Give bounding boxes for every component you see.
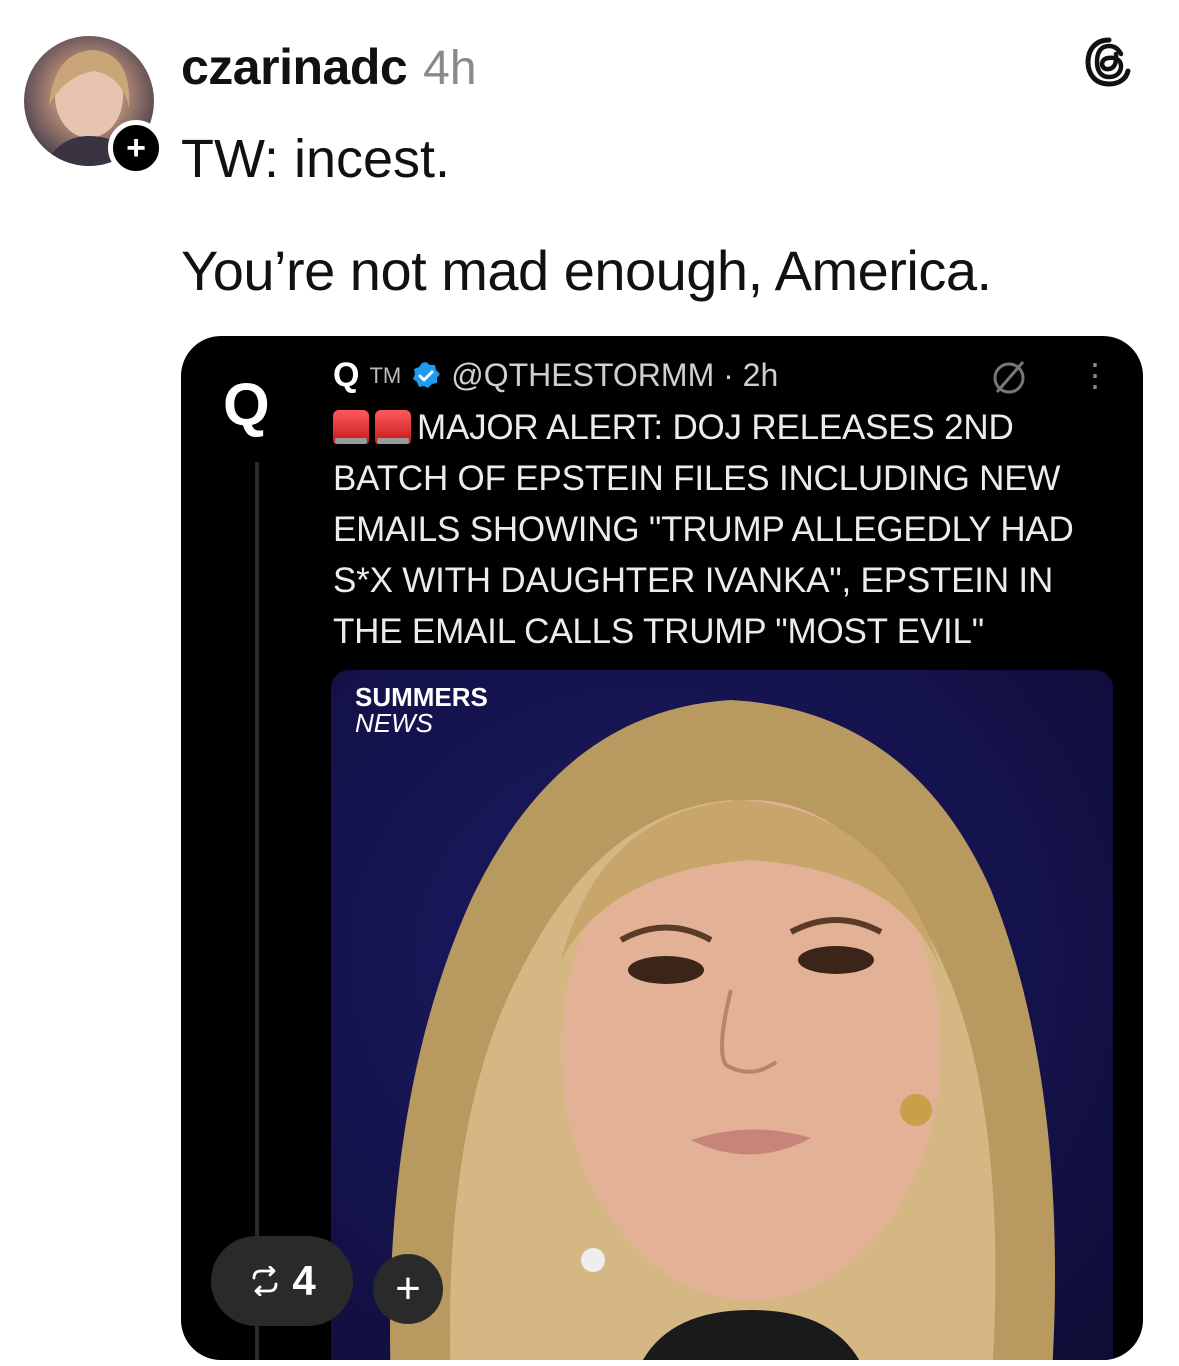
embedded-body-text: MAJOR ALERT: DOJ RELEASES 2ND BATCH OF E… (333, 408, 1074, 651)
no-sign-icon (993, 361, 1025, 394)
threads-logo-icon[interactable] (1081, 34, 1137, 90)
embedded-author-name: Q (333, 356, 360, 394)
logo-top: SUMMERS (355, 682, 488, 712)
thread-line (255, 462, 259, 1360)
news-photo[interactable]: SUMMERS NEWS (331, 670, 1113, 1360)
repost-button[interactable]: 4 (211, 1236, 353, 1326)
summers-news-logo: SUMMERS NEWS (355, 684, 488, 736)
more-dots-icon: · · · (1089, 342, 1101, 405)
embedded-post-text: MAJOR ALERT: DOJ RELEASES 2ND BATCH OF E… (333, 402, 1123, 657)
verified-badge-icon (413, 361, 441, 388)
post-text-body: You’re not mad enough, America. (181, 239, 992, 302)
follow-plus-icon[interactable]: + (108, 120, 164, 176)
siren-icon (333, 410, 369, 444)
q-avatar: Q (223, 371, 270, 438)
repost-icon (252, 1266, 278, 1296)
embedded-screenshot[interactable]: Q Q TM @QTHESTORMM · 2h · · · MAJOR ALERT:… (181, 336, 1143, 1360)
post-text-warning: TW: incest. (181, 129, 451, 189)
portrait-image (390, 700, 1055, 1360)
embedded-author-suffix: TM (369, 362, 402, 388)
siren-icon (375, 410, 411, 444)
logo-bottom: NEWS (355, 708, 433, 738)
embedded-post-header: Q TM @QTHESTORMM · 2h (333, 356, 778, 395)
username[interactable]: czarinadc (181, 38, 408, 96)
post-time: 4h (423, 42, 477, 95)
add-button[interactable]: + (373, 1254, 443, 1324)
threads-post: + czarinadc 4h TW: incest. You’re not ma… (0, 0, 1179, 1366)
repost-count: 4 (292, 1257, 316, 1304)
post-header: czarinadc 4h (181, 38, 477, 102)
embedded-handle-time: @QTHESTORMM · 2h (451, 357, 779, 393)
avatar-container[interactable]: + (24, 36, 164, 176)
